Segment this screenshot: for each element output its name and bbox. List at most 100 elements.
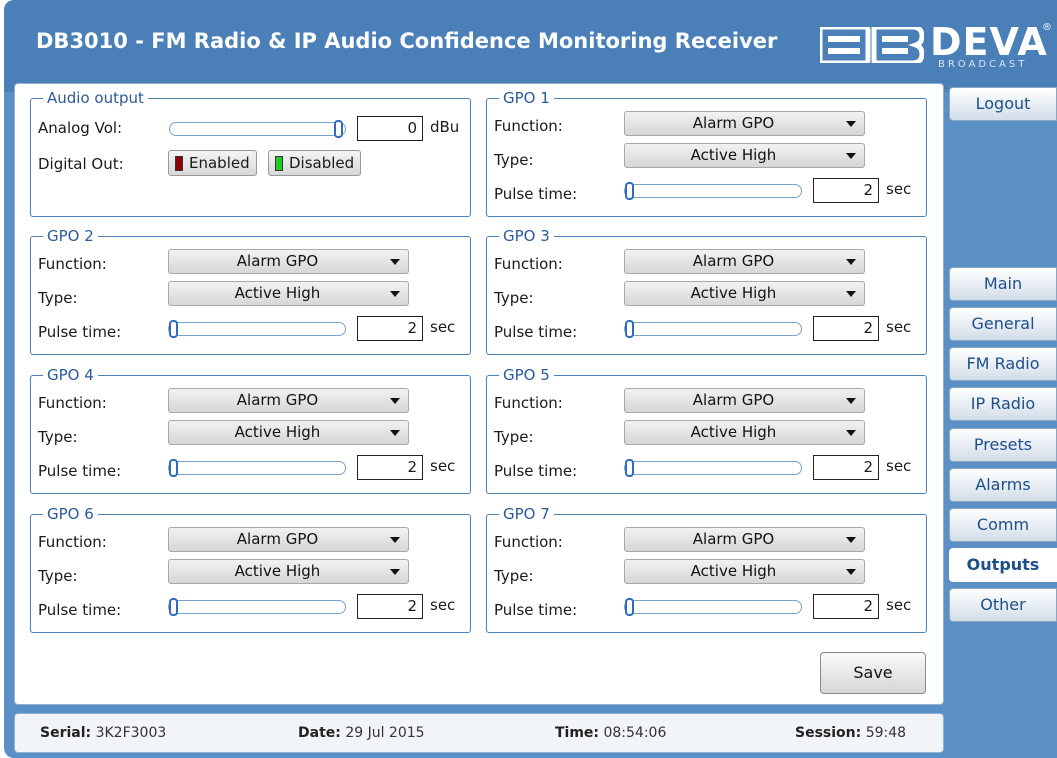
logout-button[interactable]: Logout — [949, 87, 1057, 121]
chevron-down-icon — [846, 430, 856, 436]
type-select-value: Active High — [690, 562, 777, 580]
pulse-time-slider-thumb[interactable] — [625, 459, 634, 477]
gpo-group: GPO 7 Function: Alarm GPO Type: Active H… — [486, 504, 927, 633]
function-select[interactable]: Alarm GPO — [168, 388, 409, 413]
sidebar-item-outputs[interactable]: Outputs — [949, 548, 1057, 582]
digital-disabled-button[interactable]: Disabled — [268, 150, 362, 176]
chevron-down-icon — [390, 569, 400, 575]
pulse-time-slider-thumb[interactable] — [169, 320, 178, 338]
type-select[interactable]: Active High — [168, 281, 409, 306]
function-label: Function: — [494, 394, 563, 412]
chevron-down-icon — [846, 398, 856, 404]
function-select[interactable]: Alarm GPO — [168, 527, 409, 552]
analog-vol-slider[interactable] — [169, 120, 346, 138]
type-select-value: Active High — [690, 146, 777, 164]
sidebar-item-other[interactable]: Other — [949, 588, 1057, 622]
sidebar-item-fm-radio[interactable]: FM Radio — [949, 347, 1057, 381]
type-select[interactable]: Active High — [624, 420, 865, 445]
digital-out-label: Digital Out: — [38, 155, 124, 173]
digital-enabled-button[interactable]: Enabled — [168, 150, 257, 176]
pulse-time-slider[interactable] — [624, 459, 802, 477]
type-select-value: Active High — [690, 423, 777, 441]
pulse-time-input[interactable]: 2 — [357, 316, 423, 341]
time-value: 08:54:06 — [603, 725, 667, 741]
function-select-value: Alarm GPO — [692, 252, 775, 270]
pulse-time-unit: sec — [886, 318, 912, 336]
pulse-time-slider[interactable] — [624, 320, 802, 338]
type-select[interactable]: Active High — [624, 143, 865, 168]
sidebar-item-ip-radio[interactable]: IP Radio — [949, 387, 1057, 421]
chevron-down-icon — [390, 537, 400, 543]
analog-vol-slider-thumb[interactable] — [334, 120, 343, 138]
header-bar: DB3010 - FM Radio & IP Audio Confidence … — [4, 0, 1057, 92]
pulse-time-unit: sec — [430, 457, 456, 475]
gpo-legend: GPO 4 — [43, 365, 98, 385]
date-value: 29 Jul 2015 — [345, 725, 425, 741]
type-select[interactable]: Active High — [168, 559, 409, 584]
pulse-time-slider-thumb[interactable] — [625, 182, 634, 200]
pulse-time-slider[interactable] — [168, 598, 346, 616]
pulse-time-input[interactable]: 2 — [813, 178, 879, 203]
sidebar-item-presets[interactable]: Presets — [949, 428, 1057, 462]
save-button[interactable]: Save — [820, 652, 926, 694]
pulse-time-slider-thumb[interactable] — [169, 459, 178, 477]
gpo-group: GPO 1 Function: Alarm GPO Type: Active H… — [486, 88, 927, 217]
type-select[interactable]: Active High — [168, 420, 409, 445]
pulse-time-slider-thumb[interactable] — [169, 598, 178, 616]
type-select-value: Active High — [234, 423, 321, 441]
type-select[interactable]: Active High — [624, 281, 865, 306]
serial-value: 3K2F3003 — [95, 725, 167, 741]
analog-vol-input[interactable]: 0 — [357, 116, 423, 141]
digital-disabled-label: Disabled — [289, 154, 355, 172]
function-select-value: Alarm GPO — [692, 530, 775, 548]
session-value: 59:48 — [865, 725, 907, 741]
gpo-legend: GPO 6 — [43, 504, 98, 524]
pulse-time-input[interactable]: 2 — [813, 594, 879, 619]
pulse-time-label: Pulse time: — [38, 601, 122, 619]
date-label: Date: — [298, 725, 341, 741]
pulse-time-input[interactable]: 2 — [357, 455, 423, 480]
type-select[interactable]: Active High — [624, 559, 865, 584]
pulse-time-unit: sec — [886, 596, 912, 614]
pulse-time-label: Pulse time: — [494, 185, 578, 203]
pulse-time-input[interactable]: 2 — [357, 594, 423, 619]
chevron-down-icon — [846, 569, 856, 575]
pulse-time-slider[interactable] — [624, 598, 802, 616]
logo-registered: ® — [1042, 22, 1052, 33]
function-select[interactable]: Alarm GPO — [168, 249, 409, 274]
pulse-time-slider[interactable] — [168, 320, 346, 338]
pulse-time-input[interactable]: 2 — [813, 316, 879, 341]
sidebar-item-comm[interactable]: Comm — [949, 508, 1057, 542]
pulse-time-label: Pulse time: — [494, 323, 578, 341]
gpo-legend: GPO 7 — [499, 504, 554, 524]
function-select[interactable]: Alarm GPO — [624, 527, 865, 552]
pulse-time-unit: sec — [430, 596, 456, 614]
function-label: Function: — [38, 255, 107, 273]
digital-enabled-label: Enabled — [189, 154, 250, 172]
function-select[interactable]: Alarm GPO — [624, 111, 865, 136]
pulse-time-slider-thumb[interactable] — [625, 320, 634, 338]
sidebar-item-main[interactable]: Main — [949, 267, 1057, 301]
function-select[interactable]: Alarm GPO — [624, 249, 865, 274]
pulse-time-slider[interactable] — [624, 182, 802, 200]
serial-status: Serial: 3K2F3003 — [40, 725, 166, 741]
pulse-time-slider[interactable] — [168, 459, 346, 477]
chevron-down-icon — [390, 398, 400, 404]
function-select[interactable]: Alarm GPO — [624, 388, 865, 413]
pulse-time-unit: sec — [430, 318, 456, 336]
logo-text: DEVA — [930, 20, 1048, 64]
pulse-time-unit: sec — [886, 180, 912, 198]
analog-vol-label: Analog Vol: — [38, 119, 123, 137]
sidebar-item-general[interactable]: General — [949, 307, 1057, 341]
function-select-value: Alarm GPO — [692, 391, 775, 409]
main-panel: Audio output Analog Vol: 0 dBu Digital O… — [14, 83, 944, 705]
pulse-time-slider-thumb[interactable] — [625, 598, 634, 616]
pulse-time-input[interactable]: 2 — [813, 455, 879, 480]
function-label: Function: — [494, 255, 563, 273]
time-label: Time: — [555, 725, 600, 741]
sidebar-item-alarms[interactable]: Alarms — [949, 468, 1057, 502]
audio-output-legend: Audio output — [43, 88, 148, 108]
chevron-down-icon — [846, 153, 856, 159]
date-status: Date: 29 Jul 2015 — [298, 725, 425, 741]
gpo-group: GPO 2 Function: Alarm GPO Type: Active H… — [30, 226, 471, 355]
